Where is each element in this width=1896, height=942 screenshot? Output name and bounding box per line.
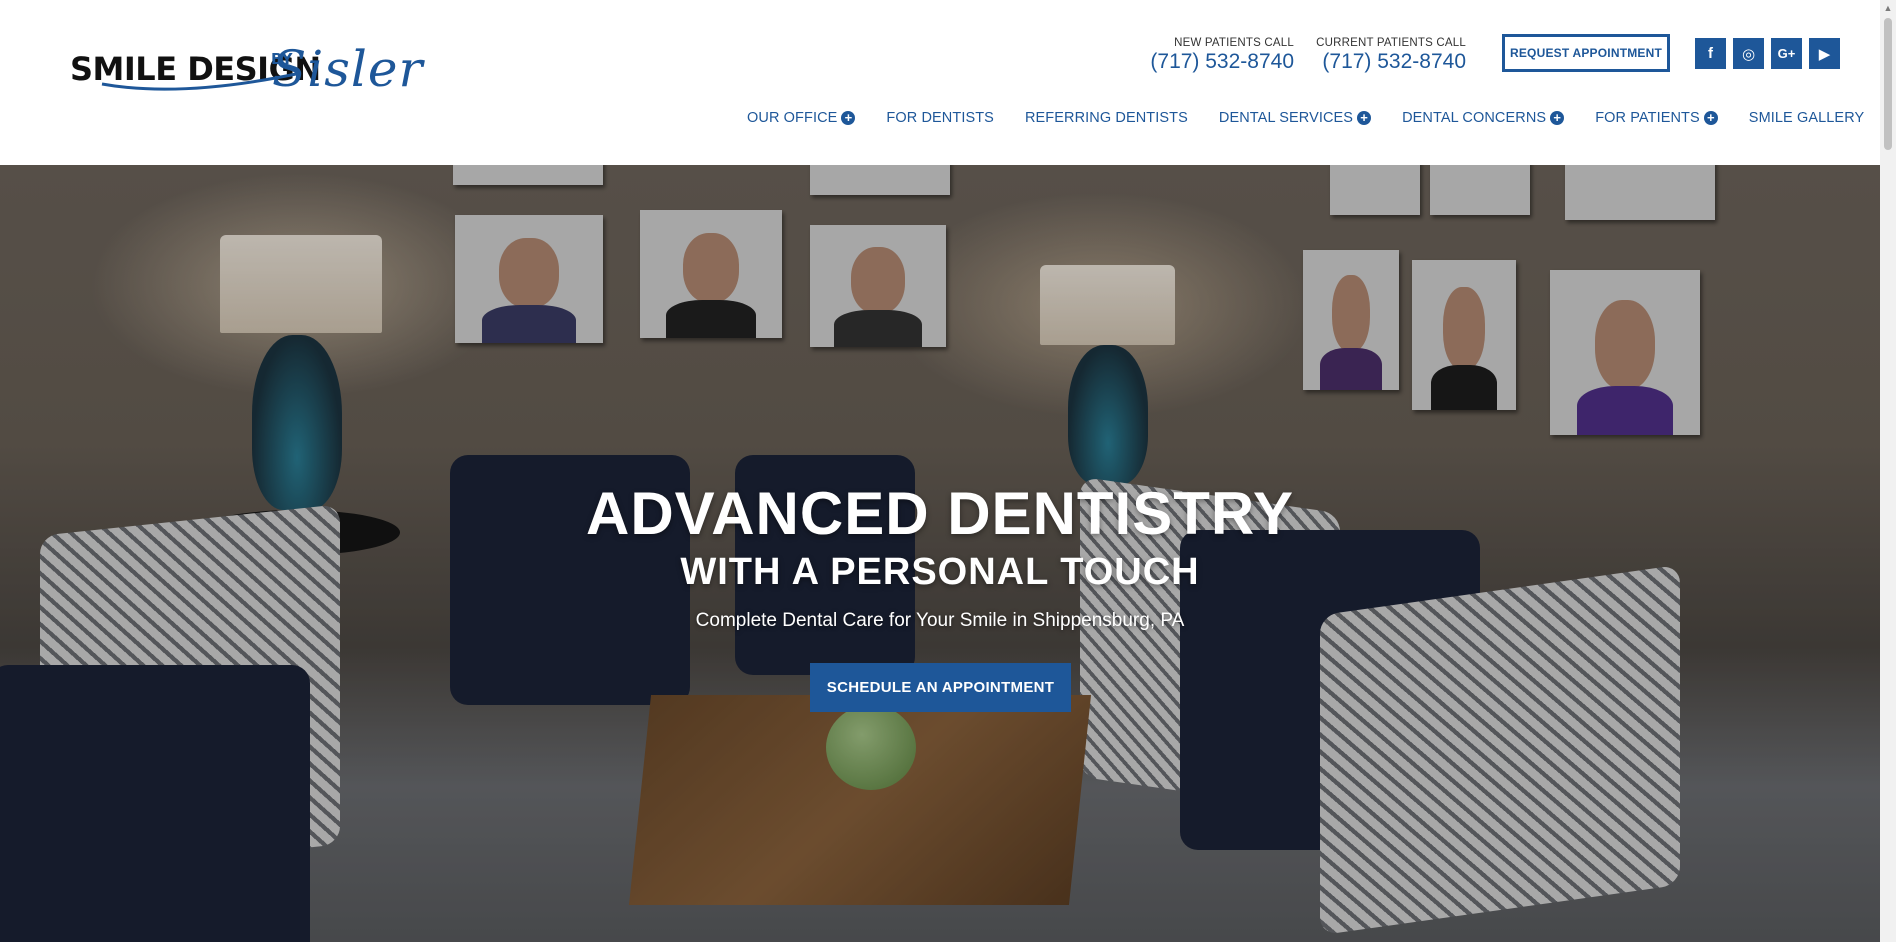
facebook-icon[interactable]: f <box>1695 38 1726 69</box>
nav-item-label: FOR DENTISTS <box>886 110 994 126</box>
nav-item-label: SMILE GALLERY <box>1748 110 1865 126</box>
hero-banner: ADVANCED DENTISTRY WITH A PERSONAL TOUCH… <box>0 165 1880 942</box>
new-patients-number[interactable]: (717) 532-8740 <box>1150 50 1294 74</box>
plus-circle-icon: + <box>1550 111 1565 125</box>
nav-item-label: DENTAL SERVICES <box>1218 110 1354 126</box>
schedule-appointment-button[interactable]: SCHEDULE AN APPOINTMENT <box>810 663 1071 712</box>
nav-item-for-patients[interactable]: FOR PATIENTS + <box>1595 110 1718 126</box>
current-patients-label: CURRENT PATIENTS CALL <box>1316 37 1466 49</box>
request-appointment-button[interactable]: REQUEST APPOINTMENT <box>1502 34 1670 72</box>
nav-item-referring-dentists[interactable]: REFERRING DENTISTS <box>1025 110 1188 126</box>
nav-item-our-office[interactable]: OUR OFFICE + <box>747 110 856 126</box>
logo-swoosh-icon <box>101 72 297 91</box>
current-patients-phone: CURRENT PATIENTS CALL (717) 532-8740 <box>1316 37 1466 74</box>
instagram-icon[interactable]: ◎ <box>1733 38 1764 69</box>
scroll-thumb[interactable] <box>1884 18 1892 150</box>
nav-item-label: OUR OFFICE <box>747 110 838 126</box>
hero-subtitle: WITH A PERSONAL TOUCH <box>680 551 1200 593</box>
plus-circle-icon: + <box>1357 111 1372 125</box>
new-patients-label: NEW PATIENTS CALL <box>1174 37 1294 49</box>
nav-item-for-dentists[interactable]: FOR DENTISTS <box>886 110 994 126</box>
hero-tagline: Complete Dental Care for Your Smile in S… <box>695 610 1185 631</box>
site-logo[interactable]: SMILE DESIGN BY Sisler <box>70 40 422 102</box>
google-plus-icon[interactable]: G+ <box>1771 38 1802 69</box>
page-scrollbar[interactable]: ▲ <box>1880 0 1896 942</box>
hero-content: ADVANCED DENTISTRY WITH A PERSONAL TOUCH… <box>0 165 1880 942</box>
hero-title: ADVANCED DENTISTRY <box>585 480 1295 547</box>
site-header: SMILE DESIGN BY Sisler NEW PATIENTS CALL… <box>0 0 1880 165</box>
nav-item-label: REFERRING DENTISTS <box>1024 110 1188 126</box>
nav-item-dental-services[interactable]: DENTAL SERVICES + <box>1218 110 1372 126</box>
plus-circle-icon: + <box>841 111 856 125</box>
nav-item-label: FOR PATIENTS <box>1595 110 1700 126</box>
nav-item-dental-concerns[interactable]: DENTAL CONCERNS + <box>1402 110 1565 126</box>
new-patients-phone: NEW PATIENTS CALL (717) 532-8740 <box>1150 37 1294 74</box>
scroll-up-arrow-icon[interactable]: ▲ <box>1880 0 1896 16</box>
plus-circle-icon: + <box>1703 111 1718 125</box>
youtube-icon[interactable]: ▶ <box>1809 38 1840 69</box>
nav-item-label: DENTAL CONCERNS <box>1402 110 1547 126</box>
nav-item-smile-gallery[interactable]: SMILE GALLERY <box>1749 110 1864 126</box>
main-nav: OUR OFFICE + FOR DENTISTS REFERRING DENT… <box>747 110 1895 126</box>
current-patients-number[interactable]: (717) 532-8740 <box>1316 50 1466 74</box>
